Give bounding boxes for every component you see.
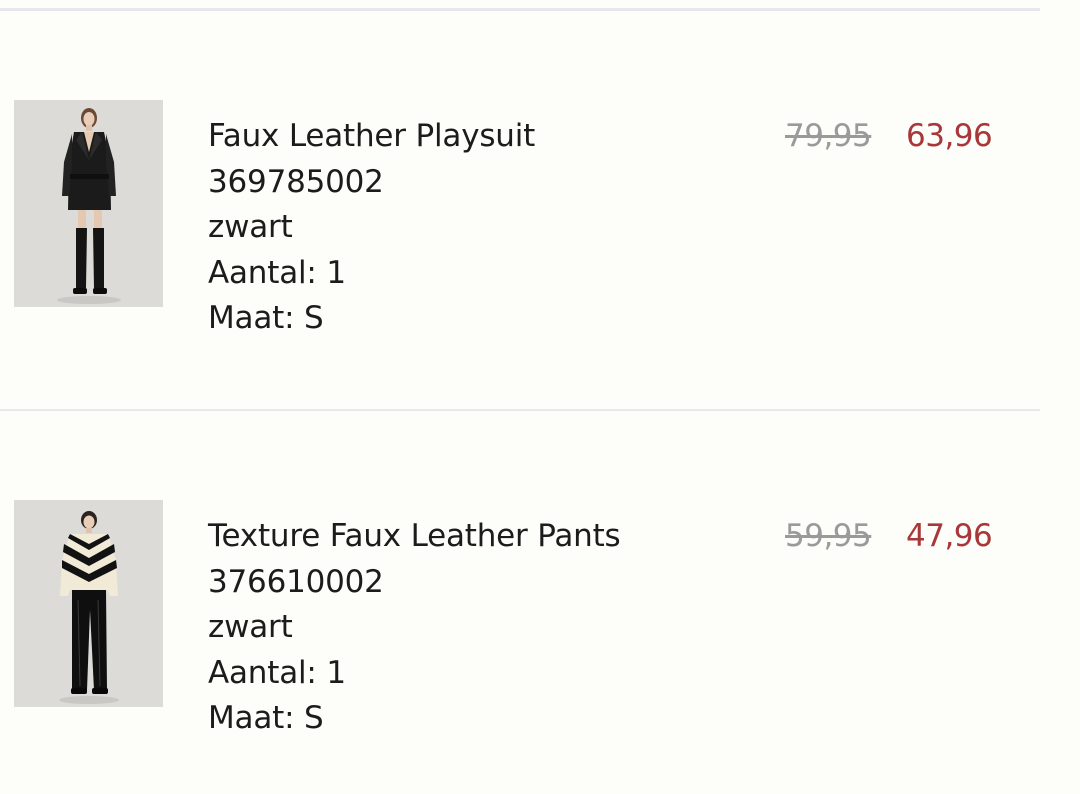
- article-number: 376610002: [208, 563, 384, 600]
- size-label: Maat:: [208, 300, 295, 336]
- model-figure-icon: [14, 500, 163, 707]
- product-image-pants[interactable]: [14, 500, 163, 707]
- top-divider: [0, 8, 1040, 11]
- old-price: 79,95: [785, 118, 872, 154]
- product-image-playsuit[interactable]: [14, 100, 163, 307]
- product-color: zwart: [208, 609, 293, 645]
- size-label: Maat:: [208, 700, 295, 736]
- quantity-label: Aantal:: [208, 654, 317, 691]
- product-name[interactable]: Texture Faux Leather Pants: [208, 514, 621, 560]
- product-color: zwart: [208, 209, 293, 245]
- quantity-row: Aantal: 1: [208, 251, 535, 297]
- old-price: 59,95: [785, 518, 872, 554]
- article-number: 369785002: [208, 163, 384, 200]
- item-divider: [0, 409, 1040, 411]
- quantity-label: Aantal:: [208, 254, 317, 291]
- model-figure-icon: [14, 100, 163, 307]
- size-row: Maat: S: [208, 696, 620, 742]
- cart-item: Texture Faux Leather Pants 376610002 zwa…: [0, 500, 1040, 736]
- quantity-value: 1: [326, 654, 346, 691]
- quantity-value: 1: [326, 254, 346, 291]
- size-row: Maat: S: [208, 296, 535, 342]
- sale-price: 47,96: [906, 518, 993, 554]
- item-details: Texture Faux Leather Pants 376610002 zwa…: [208, 514, 621, 742]
- size-value: S: [304, 300, 324, 336]
- quantity-row: Aantal: 1: [208, 651, 620, 697]
- product-name[interactable]: Faux Leather Playsuit: [208, 114, 535, 160]
- sale-price: 63,96: [906, 118, 993, 154]
- size-value: S: [304, 700, 324, 736]
- cart-page: Faux Leather Playsuit 369785002 zwart Aa…: [0, 0, 1080, 794]
- cart-item: Faux Leather Playsuit 369785002 zwart Aa…: [0, 100, 1040, 336]
- item-details: Faux Leather Playsuit 369785002 zwart Aa…: [208, 114, 535, 342]
